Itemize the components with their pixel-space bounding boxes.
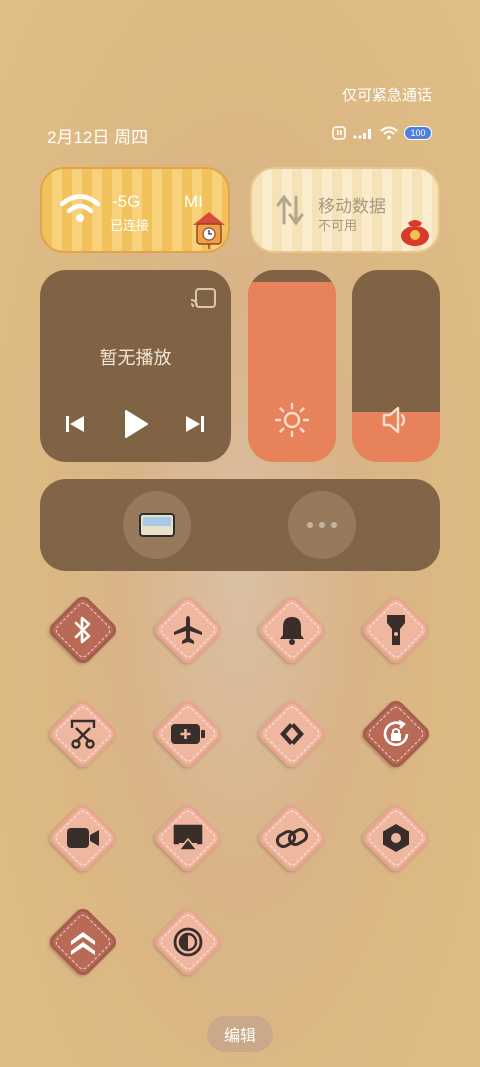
edit-button[interactable]: 编辑 [207,1016,273,1052]
cast-icon[interactable] [190,288,216,310]
airplane-icon [174,616,202,644]
mobile-data-label: 移动数据 [318,197,386,216]
double-chevron-up-icon [71,932,95,955]
next-track-icon[interactable] [184,414,206,434]
settings-toggle[interactable] [356,798,436,878]
wifi-network-name: -5G [112,192,141,211]
dark-mode-toggle[interactable] [148,902,228,982]
previous-track-icon[interactable] [64,414,86,434]
rotation-lock-icon [383,719,409,747]
volume-slider[interactable] [352,270,440,462]
flashlight-icon [387,615,405,645]
screen-mirror-button[interactable] [123,491,191,559]
brightness-icon [274,402,310,438]
bluetooth-icon [74,616,91,644]
media-player-card[interactable]: 暂无播放 [40,270,231,462]
flashlight-toggle[interactable] [356,590,436,670]
hexagon-nut-icon [383,824,409,852]
screen-record-toggle[interactable] [43,798,123,878]
brightness-slider[interactable] [248,270,336,462]
wifi-status-text: 已连接 [110,218,150,233]
ringer-toggle[interactable] [252,590,332,670]
video-camera-icon [67,828,99,848]
mobile-data-status: 不可用 [318,218,358,233]
emergency-calls-only-text: 仅可紧急通话 [341,87,432,104]
lucky-bag-icon [401,220,429,246]
airplane-mode-toggle[interactable] [148,590,228,670]
data-transfer-icon [276,194,304,226]
link-icon [275,828,309,848]
bluetooth-toggle[interactable] [43,590,123,670]
share-arrows-icon [280,723,304,745]
mobile-data-tile[interactable]: 移动数据 不可用 [250,167,440,253]
date-text: 2月12日 周四 [47,128,149,147]
more-dots-icon [307,522,337,528]
wifi-status-icon [380,126,398,140]
quick-actions-bar [40,479,440,571]
more-options-button[interactable] [288,491,356,559]
cuckoo-clock-icon [193,212,225,249]
battery-indicator: 100 [404,126,432,140]
performance-mode-toggle[interactable] [43,902,123,982]
notification-icon [332,126,346,140]
display-icon [139,513,175,537]
play-icon[interactable] [122,408,150,440]
nearby-share-toggle[interactable] [252,694,332,774]
wifi-tile[interactable]: -5G MI 已连接 [40,167,230,253]
volume-icon [382,406,406,434]
system-status-icons: 100 [332,124,432,142]
wifi-icon [60,194,100,222]
rotation-lock-toggle[interactable] [356,694,436,774]
screencast-toggle[interactable] [148,798,228,878]
battery-plus-icon [171,724,205,744]
bell-icon [280,617,304,645]
signal-icon [353,129,371,139]
media-status-text: 暂无播放 [99,348,172,368]
link-toggle[interactable] [252,798,332,878]
contrast-icon [173,927,203,957]
battery-saver-toggle[interactable] [148,694,228,774]
screenshot-toggle[interactable] [43,694,123,774]
screenshot-scissors-icon [70,719,96,749]
airplay-icon [173,824,203,851]
